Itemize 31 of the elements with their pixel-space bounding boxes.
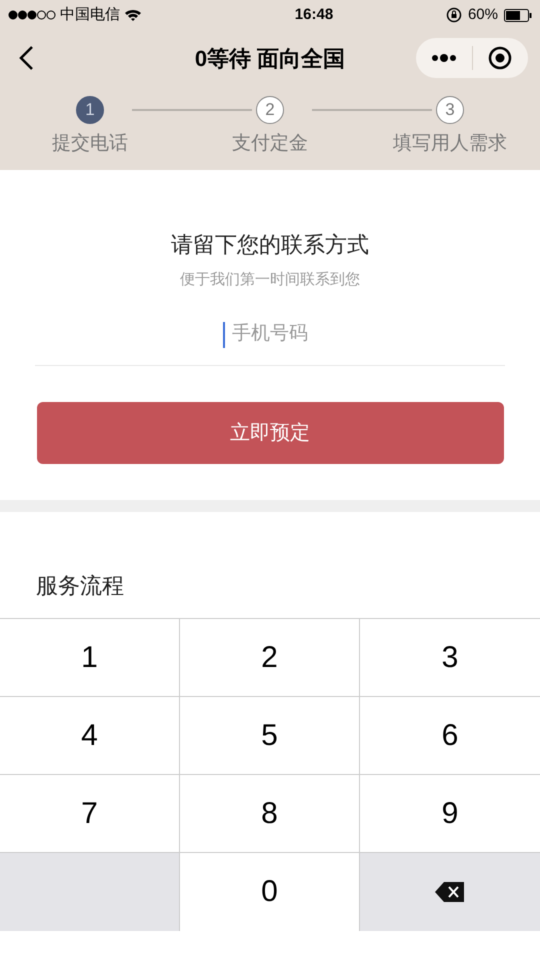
step-number: 1 [76,96,104,124]
digit-key[interactable]: 8 [180,774,360,852]
book-now-button[interactable]: 立即预定 [36,402,504,464]
digit-key[interactable]: 2 [180,618,360,696]
digit-key[interactable]: 5 [180,696,360,774]
more-dots-icon [430,54,457,62]
backspace-icon [434,880,466,902]
battery-icon [504,8,532,22]
digit-key[interactable]: 4 [0,696,180,774]
step-label: 支付定金 [232,132,308,156]
digit-key[interactable]: 1 [0,618,180,696]
delete-key[interactable] [360,852,540,930]
text-cursor [223,322,225,348]
form-subheading: 便于我们第一时间联系到您 [180,270,360,290]
step-label: 提交电话 [52,132,128,156]
step-number: 2 [256,96,284,124]
signal-icon [8,10,56,20]
section-title: 服务流程 [36,572,124,600]
back-chevron-icon [18,45,34,71]
form-heading: 请留下您的联系方式 [171,231,369,259]
page-title: 0等待 面向全国 [194,44,346,72]
clock-time: 16:48 [294,4,334,25]
step-number: 3 [436,96,464,124]
wifi-icon [124,8,142,22]
step-label: 填写用人需求 [393,132,507,156]
battery-percent: 60% [468,4,498,25]
digit-key[interactable]: 7 [0,774,180,852]
target-icon [488,46,512,70]
phone-input[interactable]: 手机号码 [35,304,505,366]
rotation-lock-icon [446,7,462,23]
carrier-name: 中国电信 [60,4,120,25]
